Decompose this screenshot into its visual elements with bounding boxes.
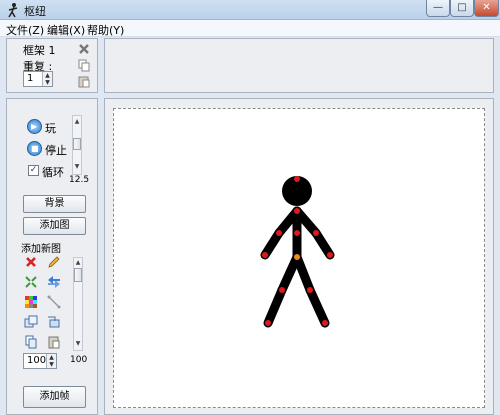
figure-size-stepper[interactable]: 100 ▲ ▼ — [23, 353, 57, 369]
left-lower-arm[interactable] — [260, 228, 284, 260]
paste-figure-icon[interactable] — [47, 335, 61, 349]
play-label[interactable]: 玩 — [45, 120, 56, 136]
figures-scrollbar[interactable]: ▲ ▼ — [73, 257, 83, 351]
figures-scroll-down-icon[interactable]: ▼ — [74, 340, 82, 347]
right-lower-arm[interactable] — [311, 228, 335, 260]
color-grid-icon[interactable] — [24, 295, 38, 309]
figures-scroll-thumb[interactable] — [74, 268, 82, 282]
duplicate-figure-icon[interactable] — [24, 315, 38, 329]
line-segment-icon[interactable] — [47, 295, 61, 309]
title-bar: 枢纽 — □ ✕ — [0, 0, 500, 20]
speed-down-icon[interactable]: ▼ — [73, 163, 81, 170]
stop-label[interactable]: 停止 — [45, 142, 67, 158]
stick-figure[interactable] — [114, 109, 484, 407]
speed-value: 12.5 — [69, 175, 90, 185]
joint-handle[interactable] — [307, 287, 313, 293]
stop-icon: ■ — [31, 144, 39, 153]
joint-handle[interactable] — [322, 320, 328, 326]
add-figure-title: 添加新图 — [21, 244, 61, 255]
left-lower-leg[interactable] — [263, 285, 287, 328]
maximize-button[interactable]: □ — [450, 0, 474, 17]
pencil-icon[interactable] — [47, 255, 61, 269]
speed-slider[interactable]: ▲ ▼ — [72, 115, 82, 175]
layer-icon[interactable] — [47, 315, 61, 329]
right-lower-leg[interactable] — [305, 285, 330, 328]
drawing-canvas[interactable] — [113, 108, 485, 408]
play-icon: ▶ — [31, 122, 38, 131]
frame-panel: 框架 1 重复 : 1 ▲ ▼ — [6, 38, 98, 93]
joint-handle[interactable] — [262, 252, 268, 258]
flip-arrows-icon[interactable] — [47, 275, 61, 289]
figure-size-right-value: 100 — [70, 355, 88, 365]
size-stepper-arrows-icon[interactable]: ▲ ▼ — [46, 354, 56, 368]
play-button[interactable]: ▶ — [27, 119, 42, 134]
stop-button[interactable]: ■ — [27, 141, 42, 156]
loop-checkbox[interactable]: ✓ — [28, 165, 39, 176]
loop-label[interactable]: 循环 — [42, 164, 64, 180]
copy-figure-icon[interactable] — [24, 335, 38, 349]
joint-handle[interactable] — [294, 208, 300, 214]
joint-handle[interactable] — [313, 230, 319, 236]
stepper-arrows-icon[interactable]: ▲ ▼ — [42, 72, 52, 86]
joint-handle[interactable] — [294, 230, 300, 236]
menu-help[interactable]: 帮助(Y) — [87, 22, 124, 38]
figures-scroll-up-icon[interactable]: ▲ — [74, 259, 82, 266]
minimize-button[interactable]: — — [426, 0, 450, 17]
add-frame-button[interactable]: 添加帧 — [23, 386, 86, 408]
speed-slider-thumb[interactable] — [73, 138, 81, 150]
paste-icon[interactable] — [77, 74, 91, 88]
joint-handle[interactable] — [276, 230, 282, 236]
copy-icon[interactable] — [77, 58, 91, 72]
app-stickman-icon — [8, 3, 18, 18]
speed-up-icon[interactable]: ▲ — [73, 118, 81, 125]
frames-timeline-strip[interactable] — [104, 38, 494, 93]
menu-edit[interactable]: 编辑(X) — [47, 22, 85, 38]
joint-handle[interactable] — [279, 287, 285, 293]
window-title: 枢纽 — [24, 5, 46, 18]
delete-red-x-icon[interactable] — [24, 255, 38, 269]
menu-file[interactable]: 文件(Z) — [6, 22, 44, 38]
add-image-button[interactable]: 添加图 — [23, 217, 86, 235]
close-button[interactable]: ✕ — [474, 0, 499, 17]
delete-x-icon[interactable] — [77, 42, 91, 56]
scale-arrows-icon[interactable] — [24, 275, 38, 289]
joint-handle[interactable] — [265, 320, 271, 326]
joint-handle[interactable] — [294, 176, 300, 182]
repeat-stepper[interactable]: 1 ▲ ▼ — [23, 71, 53, 87]
control-panel: ▶ 玩 ■ 停止 ✓ 循环 ▲ ▼ 12.5 背景 添加图 添加新图 ▲ ▼ 1… — [6, 98, 98, 415]
figure-size-value: 100 — [27, 355, 47, 366]
right-upper-leg[interactable] — [292, 252, 315, 295]
background-button[interactable]: 背景 — [23, 195, 86, 213]
menu-bar: 文件(Z) 编辑(X) 帮助(Y) — [0, 20, 500, 37]
frame-label: 框架 1 — [23, 44, 56, 57]
joint-handle[interactable] — [327, 252, 333, 258]
root-joint-handle[interactable] — [294, 254, 300, 260]
repeat-value: 1 — [27, 73, 34, 84]
